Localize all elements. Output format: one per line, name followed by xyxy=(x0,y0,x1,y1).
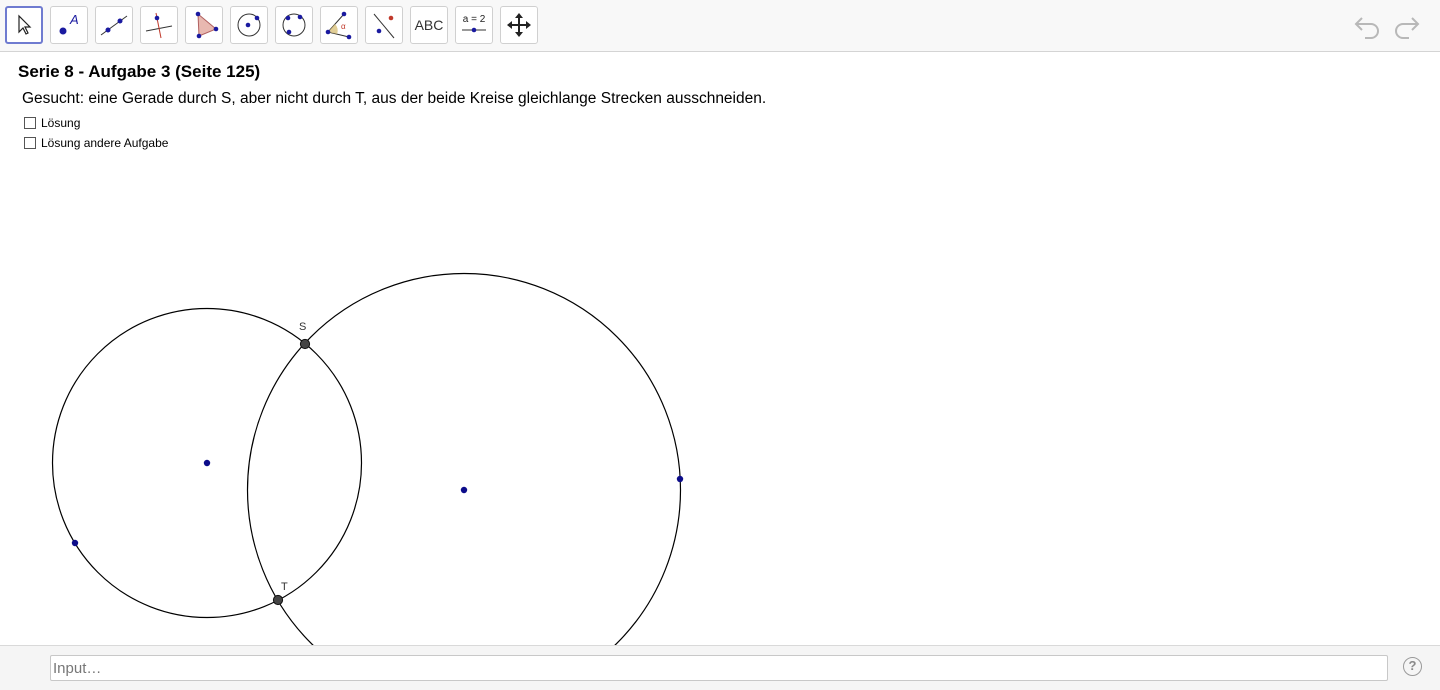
center-point-right[interactable] xyxy=(460,486,468,494)
perpendicular-line-icon xyxy=(145,12,173,39)
tool-circle-three-points[interactable] xyxy=(275,6,313,44)
tool-move[interactable] xyxy=(5,6,43,44)
input-bar xyxy=(0,645,1440,690)
toolbar: A α ABC a = 2 xyxy=(0,0,1440,52)
reflect-about-line-icon xyxy=(373,13,395,39)
task-description: Gesucht: eine Gerade durch S, aber nicht… xyxy=(22,90,767,107)
tool-angle[interactable]: α xyxy=(320,6,358,44)
tool-polygon[interactable] xyxy=(185,6,223,44)
move-graphics-view-icon xyxy=(507,13,531,37)
tool-move-view[interactable] xyxy=(500,6,538,44)
point-t[interactable] xyxy=(272,594,284,606)
circle-center-point-icon xyxy=(237,13,261,37)
checkbox-label: Lösung xyxy=(41,116,81,130)
radius-point-right[interactable] xyxy=(676,475,684,483)
checkbox-box[interactable] xyxy=(24,137,36,149)
algebra-input[interactable] xyxy=(50,655,1388,681)
page-title: Serie 8 - Aufgabe 3 (Seite 125) xyxy=(18,62,261,81)
svg-text:α: α xyxy=(341,22,346,31)
checkbox-box[interactable] xyxy=(24,117,36,129)
checkbox-label: Lösung andere Aufgabe xyxy=(41,136,169,150)
checkbox-loesung-andere-aufgabe[interactable]: Lösung andere Aufgabe xyxy=(24,136,168,150)
undo-icon[interactable] xyxy=(1353,12,1383,40)
graphics-view[interactable]: S T xyxy=(0,53,1440,645)
help-icon[interactable]: ? xyxy=(1403,657,1422,676)
center-point-left[interactable] xyxy=(203,459,211,467)
checkbox-loesung[interactable]: Lösung xyxy=(24,116,80,130)
slider-icon: a = 2 xyxy=(462,14,486,33)
tool-slider[interactable]: a = 2 xyxy=(455,6,493,44)
tool-text[interactable]: ABC xyxy=(410,6,448,44)
point-s[interactable] xyxy=(299,338,311,350)
circle-three-points-icon xyxy=(282,13,306,37)
point-icon: A xyxy=(59,12,79,35)
arrow-cursor-icon xyxy=(18,14,32,35)
point-s-label: S xyxy=(299,321,306,333)
redo-icon[interactable] xyxy=(1391,12,1421,40)
radius-point-left[interactable] xyxy=(71,539,79,547)
tool-perpendicular[interactable] xyxy=(140,6,178,44)
line-through-points-icon xyxy=(100,15,128,36)
tool-point[interactable]: A xyxy=(50,6,88,44)
circle-right[interactable] xyxy=(246,272,682,646)
tool-reflect[interactable] xyxy=(365,6,403,44)
point-t-label: T xyxy=(281,581,288,593)
polygon-icon xyxy=(195,11,219,39)
svg-text:a = 2: a = 2 xyxy=(463,14,486,25)
tool-line[interactable] xyxy=(95,6,133,44)
text-icon: ABC xyxy=(414,17,444,33)
svg-text:A: A xyxy=(69,12,79,27)
tool-circle[interactable] xyxy=(230,6,268,44)
angle-icon: α xyxy=(325,11,352,40)
